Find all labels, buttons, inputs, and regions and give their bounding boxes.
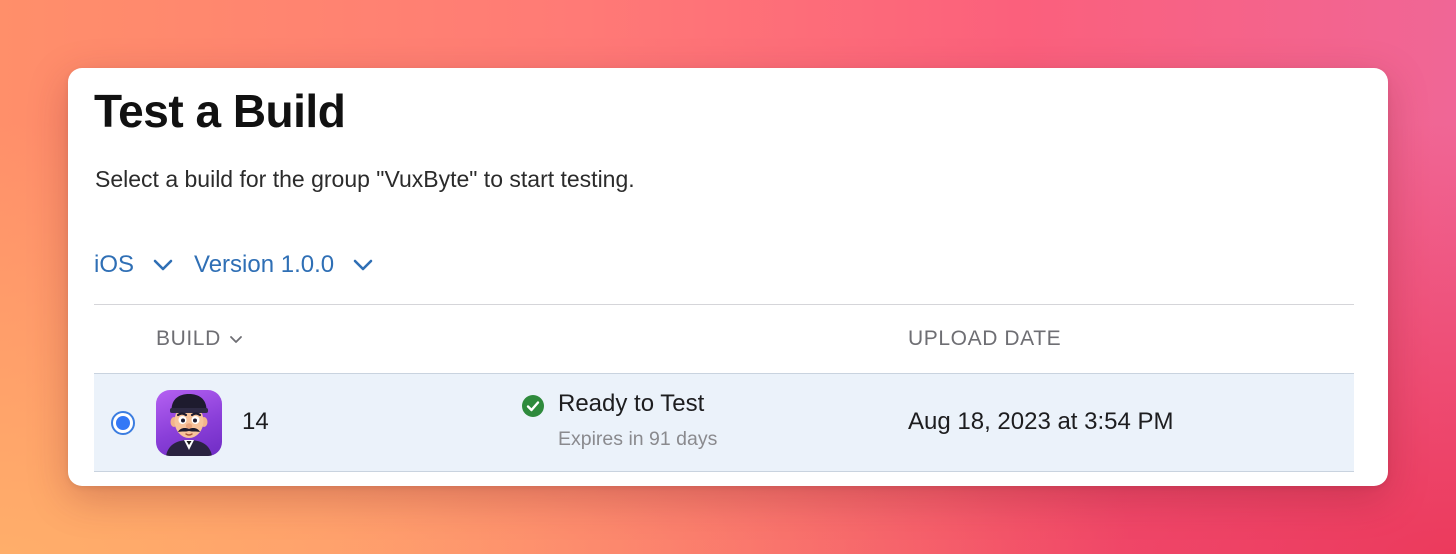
test-build-dialog: Test a Build Select a build for the grou… [68, 68, 1388, 486]
dialog-title: Test a Build [94, 85, 346, 137]
build-status: Ready to Test [558, 390, 705, 417]
chevron-down-icon [353, 259, 373, 271]
upload-date-column-header: UPLOAD DATE [908, 327, 1062, 350]
table-row[interactable]: 14 Ready to Test Expires in 91 days Aug … [94, 373, 1354, 472]
version-dropdown-label: Version 1.0.0 [194, 251, 335, 278]
dialog-subtitle: Select a build for the group "VuxByte" t… [95, 166, 635, 192]
app-avatar-icon [156, 390, 222, 456]
filter-bar: iOS Version 1.0.0 [94, 248, 374, 282]
platform-dropdown[interactable]: iOS [94, 251, 174, 279]
build-column-header[interactable]: BUILD [156, 327, 243, 351]
radio-selected-dot [116, 416, 130, 430]
version-dropdown[interactable]: Version 1.0.0 [194, 251, 374, 279]
build-column-label: BUILD [156, 327, 221, 350]
build-number: 14 [242, 408, 269, 435]
table-header: BUILD UPLOAD DATE [94, 305, 1354, 373]
build-expiry: Expires in 91 days [558, 428, 718, 450]
platform-dropdown-label: iOS [94, 251, 135, 278]
chevron-down-icon [153, 259, 173, 271]
build-radio-button[interactable] [111, 411, 135, 435]
sort-chevron-down-icon [229, 335, 242, 343]
upload-date-value: Aug 18, 2023 at 3:54 PM [908, 408, 1174, 435]
checkmark-circle-icon [522, 395, 544, 417]
